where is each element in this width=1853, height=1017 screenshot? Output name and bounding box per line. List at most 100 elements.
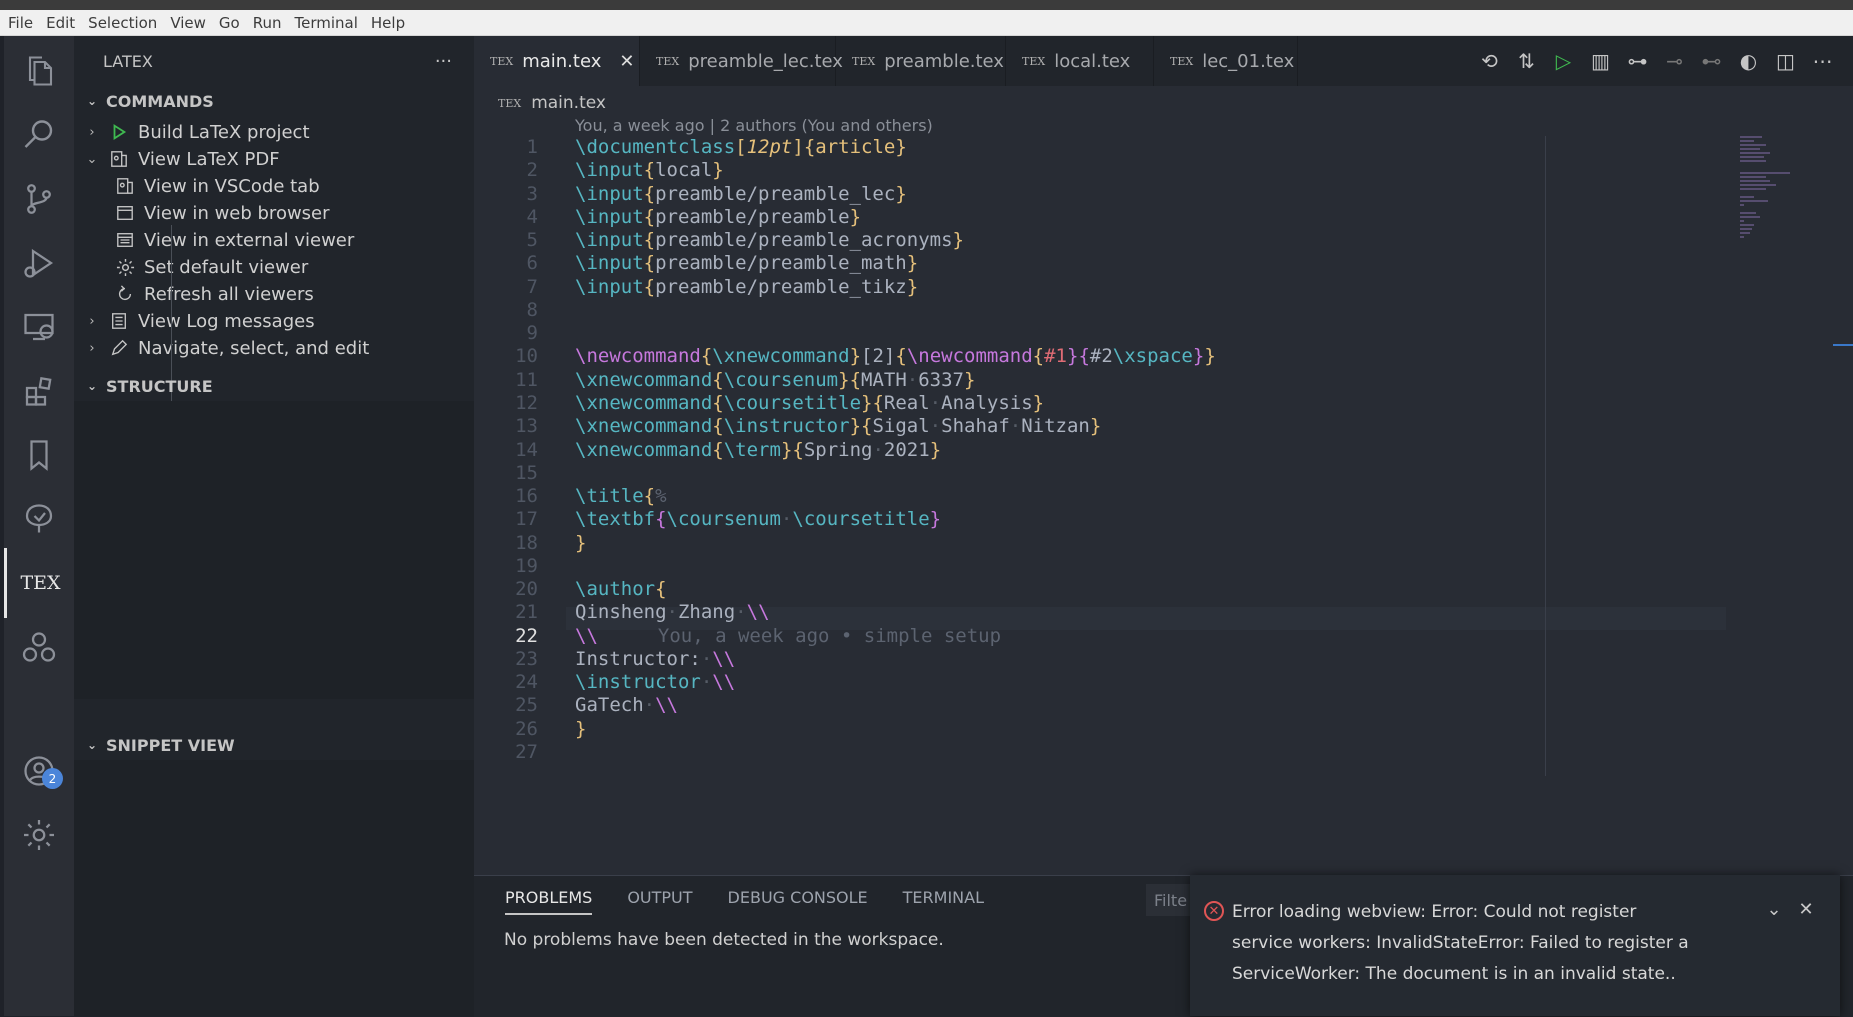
chevron-right-icon[interactable]: › [82,125,102,140]
chevron-down-icon[interactable]: ⌄ [1758,899,1790,920]
code-line[interactable]: 10 \newcommand{\xnewcommand}[2]{\newcomma… [474,345,1724,368]
code-line[interactable]: 16 \title{% [474,485,1724,508]
line-text: \input{preamble/preamble_math} [575,252,919,275]
gitlens-icon[interactable] [4,612,74,682]
timeline-icon[interactable]: ⟲ [1471,46,1508,76]
code-line[interactable]: 4 \input{preamble/preamble} [474,206,1724,229]
line-number: 9 [526,322,538,345]
code-line[interactable]: 14 \xnewcommand{\term}{Spring·2021} [474,439,1724,462]
split-editor-icon[interactable]: ◫ [1767,46,1804,76]
build-play-icon[interactable]: ▷ [1545,46,1582,76]
tree-icon[interactable] [4,484,74,554]
source-control-icon[interactable] [4,164,74,234]
code-line[interactable]: 25 GaTech·\\ [474,694,1724,717]
line-text: \input{preamble/preamble} [575,205,862,228]
scrollbar-marker[interactable] [1833,344,1853,346]
code-line[interactable]: 27 [474,741,1724,764]
breadcrumb[interactable]: TEX main.tex [498,90,606,116]
chevron-right-icon[interactable]: › [82,341,102,356]
code-line[interactable]: 8 [474,299,1724,322]
breadcrumb-file[interactable]: main.tex [531,93,606,113]
code-line[interactable]: 21 Qinsheng·Zhang·\\ [474,601,1724,624]
manage-gear-icon[interactable] [4,800,74,870]
panel-tab-debug-console[interactable]: DEBUG CONSOLE [728,888,868,915]
code-line[interactable]: 9 [474,322,1724,345]
code-line[interactable]: 18} [474,532,1724,555]
commands-section-header[interactable]: ⌄ COMMANDS [74,86,474,116]
tab-label: preamble.tex [884,50,1004,72]
accounts-icon[interactable]: 2 [4,736,74,806]
code-line[interactable]: 5 \input{preamble/preamble_acronyms} [474,229,1724,252]
next-change-icon[interactable]: ⊷ [1693,46,1730,76]
chevron-right-icon[interactable]: › [82,314,102,329]
code-line[interactable]: 7 \input{preamble/preamble_tikz} [474,276,1724,299]
minimap[interactable] [1734,136,1814,276]
command-navigate-select-and-edit[interactable]: › Navigate, select, and edit [74,332,474,364]
close-icon[interactable]: ✕ [1790,899,1822,920]
tex-icon[interactable]: TEX [4,548,74,618]
sidebar-more-icon[interactable]: ··· [435,51,452,72]
chevron-down-icon[interactable]: ⌄ [82,152,102,167]
close-icon[interactable]: ✕ [619,51,634,72]
tab-preamble-tex[interactable]: TEX preamble.tex [836,36,1006,86]
code-line[interactable]: 22 \\ You, a week ago • simple setup [474,625,1724,648]
menu-view[interactable]: View [170,14,206,32]
panel-tab-terminal[interactable]: TERMINAL [903,888,984,915]
tab-preamble-lec-tex[interactable]: TEX preamble_lec.tex [640,36,843,86]
tab-lec-01-tex[interactable]: TEX lec_01.tex [1154,36,1298,86]
code-line[interactable]: 23 Instructor:·\\ [474,648,1724,671]
command-label: Set default viewer [144,256,309,278]
error-icon: ✕ [1204,901,1224,921]
refresh-icon [114,283,136,305]
minimap-line [1740,160,1766,162]
menu-help[interactable]: Help [371,14,405,32]
previous-change-icon[interactable]: ⊸ [1656,46,1693,76]
extensions-icon[interactable] [4,356,74,426]
code-line[interactable]: 1 \documentclass[12pt]{article} [474,136,1724,159]
structure-view [74,401,474,699]
line-number: 25 [515,694,538,717]
code-line[interactable]: 13 \xnewcommand{\instructor}{Sigal·Shahaf… [474,415,1724,438]
search-icon[interactable] [4,100,74,170]
menu-selection[interactable]: Selection [88,14,157,32]
menu-edit[interactable]: Edit [46,14,75,32]
compare-changes-icon[interactable]: ⇅ [1508,46,1545,76]
panel-tab-output[interactable]: OUTPUT [627,888,692,915]
code-line[interactable]: 19 [474,555,1724,578]
bookmarks-icon[interactable] [4,420,74,490]
tab-label: local.tex [1054,50,1131,72]
minimap-line [1740,180,1770,182]
menu-file[interactable]: File [8,14,33,32]
code-line[interactable]: 3 \input{preamble/preamble_lec} [474,183,1724,206]
tab-main-tex[interactable]: TEX main.tex ✕ [474,36,640,86]
remote-explorer-icon[interactable] [4,292,74,362]
snippet-section-header[interactable]: ⌄ SNIPPET VIEW [74,730,474,760]
notification-actions: ⌄ ✕ [1758,899,1822,920]
code-line[interactable]: 15 [474,462,1724,485]
code-line[interactable]: 11 \xnewcommand{\coursenum}{MATH·6337} [474,369,1724,392]
code-line[interactable]: 26} [474,718,1724,741]
error-notification: ✕ Error loading webview: Error: Could no… [1190,875,1840,1016]
code-line[interactable]: 20 \author{ [474,578,1724,601]
line-number: 17 [515,508,538,531]
panel-tab-problems[interactable]: PROBLEMS [505,888,593,915]
menu-terminal[interactable]: Terminal [295,14,358,32]
code-line[interactable]: 24 \instructor·\\ [474,671,1724,694]
more-actions-icon[interactable]: ⋯ [1804,46,1841,76]
tex-file-icon: TEX [852,54,876,68]
commit-icon[interactable]: ⊶ [1619,46,1656,76]
code-line[interactable]: 6 \input{preamble/preamble_math} [474,252,1724,275]
code-line[interactable]: 17 \textbf{\coursenum·\coursetitle} [474,508,1724,531]
structure-section-header[interactable]: ⌄ STRUCTURE [74,371,474,401]
code-line[interactable]: 12 \xnewcommand{\coursetitle}{Real·Analys… [474,392,1724,415]
blame-codelens[interactable]: You, a week ago | 2 authors (You and oth… [575,116,933,135]
tab-local-tex[interactable]: TEX local.tex [1006,36,1154,86]
code-line[interactable]: 2 \input{local} [474,159,1724,182]
explorer-icon[interactable] [4,36,74,106]
view-pdf-icon[interactable]: ▥ [1582,46,1619,76]
menu-run[interactable]: Run [253,14,282,32]
menu-go[interactable]: Go [219,14,240,32]
chevron-down-icon: ⌄ [86,94,98,108]
run-debug-icon[interactable] [4,228,74,298]
blame-toggle-icon[interactable]: ◐ [1730,46,1767,76]
